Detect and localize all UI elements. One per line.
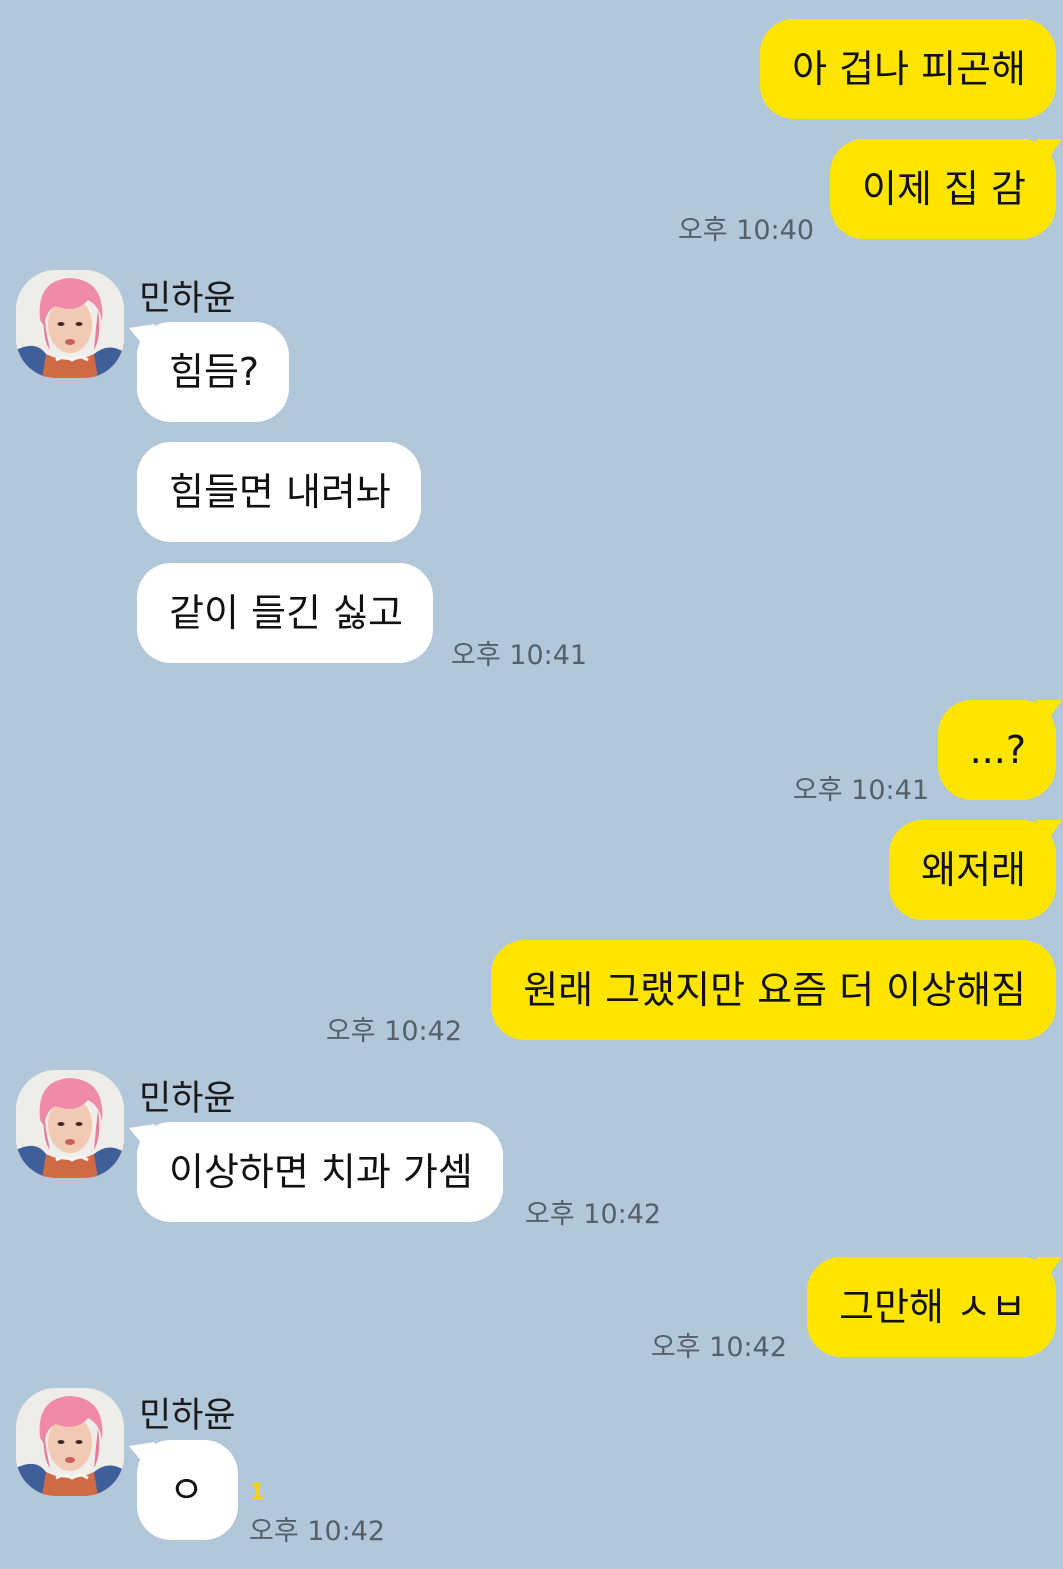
my-message-bubble[interactable]: 이제 집 감	[830, 139, 1062, 239]
message-text: 이상하면 치과 가셈	[169, 1150, 473, 1194]
message-timestamp: 오후 10:41	[792, 775, 929, 806]
chat-room[interactable]: 아 겁나 피곤해 이제 집 감 오후 10:40 민하윤 힘듬? 힘들면 내려놔	[0, 0, 1063, 1569]
unread-count: 1	[249, 1478, 266, 1506]
my-message-bubble[interactable]: 아 겁나 피곤해	[760, 19, 1056, 119]
their-message-bubble[interactable]: ㅇ	[129, 1440, 238, 1540]
my-message-bubble[interactable]: 왜저래	[889, 820, 1062, 920]
my-message-bubble[interactable]: ...?	[937, 700, 1062, 800]
message-text: 힘들면 내려놔	[169, 470, 391, 514]
sender-name: 민하윤	[139, 279, 236, 319]
bubble-tail-icon	[1036, 820, 1062, 846]
message-timestamp: 오후 10:41	[451, 640, 588, 671]
bubble-tail-icon	[129, 1124, 155, 1150]
their-message-bubble[interactable]: 힘들면 내려놔	[137, 442, 421, 542]
message-timestamp: 오후 10:40	[677, 215, 814, 246]
sender-name: 민하윤	[139, 1079, 236, 1119]
bubble-tail-icon	[1036, 700, 1062, 726]
message-timestamp: 오후 10:42	[650, 1332, 787, 1363]
message-text: ...?	[969, 728, 1026, 772]
message-text: 아 겁나 피곤해	[792, 47, 1026, 91]
contact-avatar[interactable]	[16, 1070, 124, 1178]
message-text: 원래 그랬지만 요즘 더 이상해짐	[523, 968, 1026, 1012]
contact-avatar[interactable]	[16, 1388, 124, 1496]
message-text: 왜저래	[921, 848, 1026, 892]
contact-avatar[interactable]	[16, 270, 124, 378]
message-timestamp: 오후 10:42	[249, 1516, 386, 1547]
message-text: 같이 들긴 싫고	[169, 591, 403, 635]
message-timestamp: 오후 10:42	[525, 1199, 662, 1230]
my-message-bubble[interactable]: 그만해 ㅅㅂ	[807, 1257, 1062, 1357]
their-message-bubble[interactable]: 힘듬?	[129, 322, 290, 422]
message-text: ㅇ	[169, 1468, 204, 1512]
their-message-bubble[interactable]: 같이 들긴 싫고	[137, 563, 433, 663]
message-text: 이제 집 감	[862, 167, 1026, 211]
avatar-photo-icon	[16, 1388, 124, 1496]
message-timestamp: 오후 10:42	[325, 1016, 462, 1047]
message-text: 힘듬?	[169, 350, 260, 394]
sender-name: 민하윤	[139, 1396, 236, 1436]
avatar-photo-icon	[16, 1070, 124, 1178]
bubble-tail-icon	[1036, 139, 1062, 165]
bubble-tail-icon	[1036, 1257, 1062, 1283]
message-text: 그만해 ㅅㅂ	[839, 1285, 1026, 1329]
bubble-tail-icon	[129, 324, 155, 350]
my-message-bubble[interactable]: 원래 그랬지만 요즘 더 이상해짐	[491, 940, 1056, 1040]
bubble-tail-icon	[129, 1442, 155, 1468]
avatar-photo-icon	[16, 270, 124, 378]
their-message-bubble[interactable]: 이상하면 치과 가셈	[129, 1122, 503, 1222]
